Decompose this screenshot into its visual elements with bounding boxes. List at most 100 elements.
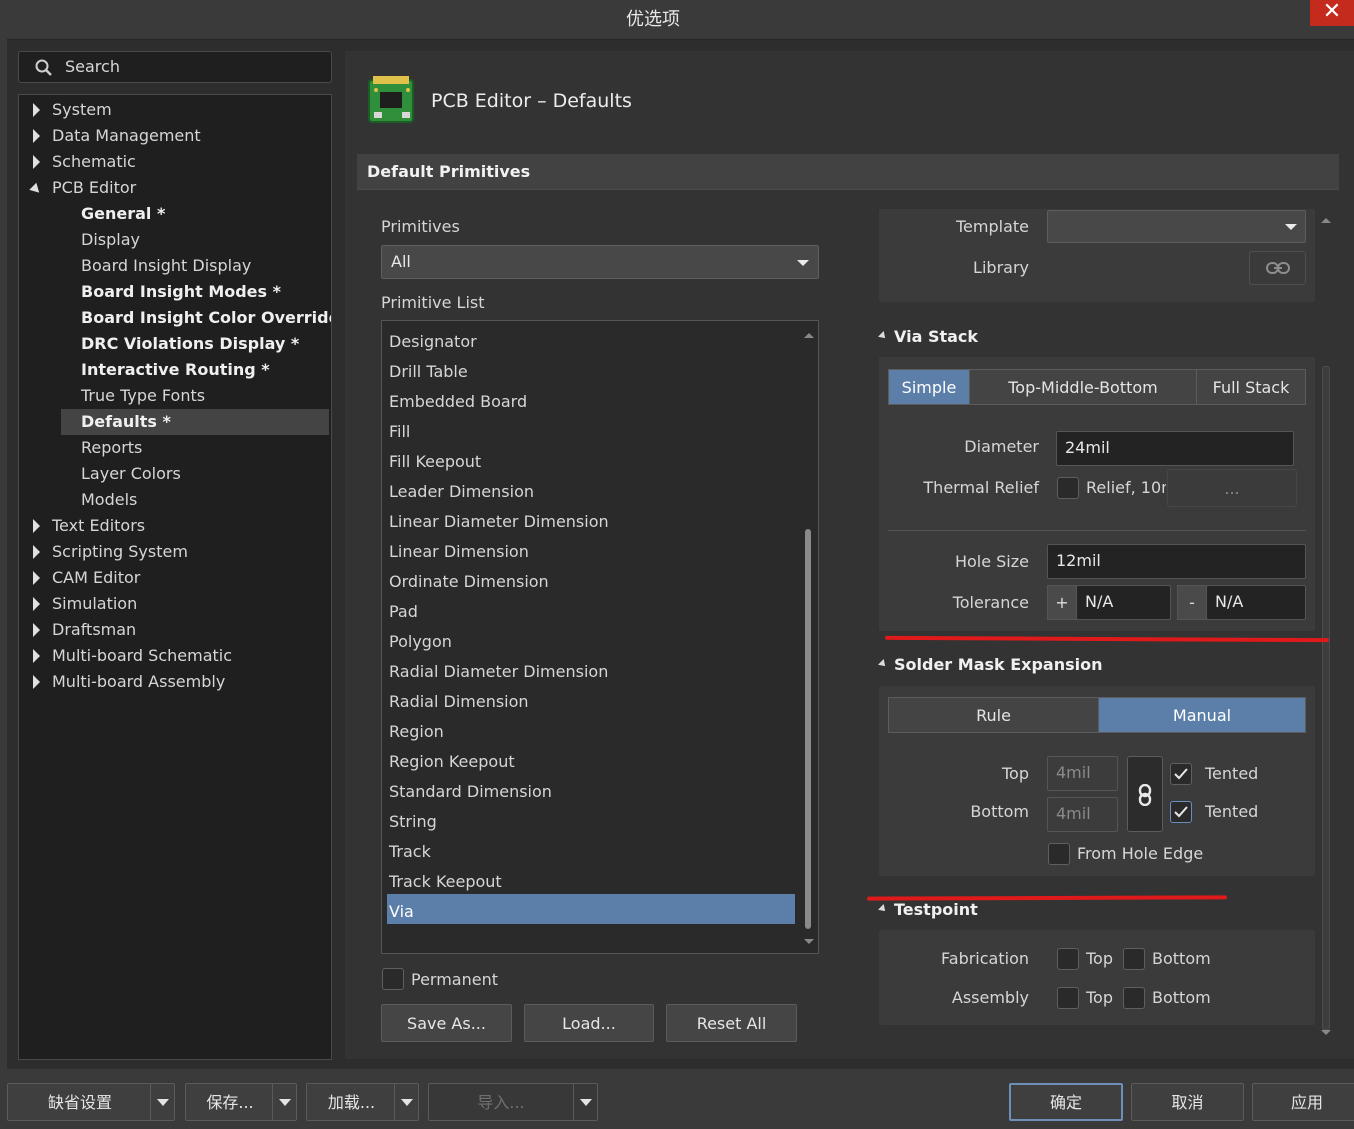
close-button[interactable]: ✕ [1310,0,1354,26]
expand-arrow-icon[interactable] [33,649,40,663]
primitive-list-item[interactable]: Track [387,834,795,864]
save-as-button[interactable]: Save As... [381,1004,512,1042]
thermal-relief-checkbox[interactable] [1057,477,1079,499]
scrollbar-thumb[interactable] [1322,366,1330,1030]
solder-mask-header[interactable]: Solder Mask Expansion [878,655,1103,674]
primitive-list-item[interactable]: String [387,804,795,834]
via-stack-header[interactable]: Via Stack [878,327,978,346]
tree-item-draftsman[interactable]: Draftsman [33,617,136,643]
solder-mode-rule[interactable]: Rule [888,697,1099,733]
tree-item-interactive-routing[interactable]: Interactive Routing * [81,357,270,383]
panel-scrollbar[interactable] [1318,212,1334,1042]
expand-arrow-icon[interactable] [33,597,40,611]
save-button[interactable]: 保存... [185,1083,297,1121]
tree-item-data-management[interactable]: Data Management [33,123,201,149]
primitive-list-item[interactable]: Fill [387,414,795,444]
scroll-down-icon[interactable] [804,939,814,944]
template-dropdown[interactable] [1047,210,1306,243]
tree-item-text-editors[interactable]: Text Editors [33,513,145,539]
tree-item-board-insight-color-overrides[interactable]: Board Insight Color Overrides * [81,305,331,331]
link-values-button[interactable] [1127,756,1163,832]
primitive-list-item[interactable]: Track Keepout [387,864,795,894]
primitive-list-item[interactable]: Radial Dimension [387,684,795,714]
tree-item-display[interactable]: Display [81,227,140,253]
primitive-list-item[interactable]: Designator [387,324,795,354]
hole-size-field[interactable]: 12mil [1047,544,1306,579]
tree-item-multi-board-assembly[interactable]: Multi-board Assembly [33,669,225,695]
load-dropdown-arrow[interactable] [394,1084,418,1120]
import-dropdown-arrow[interactable] [573,1084,597,1120]
reset-all-button[interactable]: Reset All [666,1004,797,1042]
tree-item-general[interactable]: General * [81,201,165,227]
tree-item-drc-violations-display[interactable]: DRC Violations Display * [81,331,299,357]
primitive-list-item[interactable]: Drill Table [387,354,795,384]
primitive-list-item[interactable]: Linear Diameter Dimension [387,504,795,534]
expand-arrow-icon[interactable] [33,545,40,559]
primitive-list-item[interactable]: Embedded Board [387,384,795,414]
scroll-up-icon[interactable] [1321,218,1331,223]
search-input[interactable]: Search [18,51,332,83]
apply-button[interactable]: 应用 [1252,1083,1354,1121]
primitive-list-item[interactable]: Leader Dimension [387,474,795,504]
tree-item-board-insight-modes[interactable]: Board Insight Modes * [81,279,281,305]
assembly-top-checkbox[interactable] [1057,987,1079,1009]
via-mode-full-stack[interactable]: Full Stack [1196,369,1306,405]
tree-item-scripting-system[interactable]: Scripting System [33,539,188,565]
tented-bottom-checkbox[interactable] [1170,801,1192,823]
defaults-button[interactable]: 缺省设置 [7,1083,175,1121]
primitive-list-item[interactable]: Linear Dimension [387,534,795,564]
ok-button[interactable]: 确定 [1009,1083,1123,1121]
tree-item-board-insight-display[interactable]: Board Insight Display [81,253,251,279]
scroll-up-icon[interactable] [804,333,814,338]
tree-item-pcb-editor[interactable]: PCB Editor [29,175,136,201]
expand-arrow-icon[interactable] [33,623,40,637]
solder-mode-manual[interactable]: Manual [1098,697,1306,733]
primitive-list-item[interactable]: Polygon [387,624,795,654]
expand-arrow-icon[interactable] [33,129,40,143]
tree-item-multi-board-schematic[interactable]: Multi-board Schematic [33,643,232,669]
expand-arrow-icon[interactable] [33,103,40,117]
tree-item-schematic[interactable]: Schematic [33,149,136,175]
tree-item-defaults[interactable]: Defaults * [61,409,329,435]
tree-item-models[interactable]: Models [81,487,137,513]
expand-arrow-icon[interactable] [33,571,40,585]
tree-item-reports[interactable]: Reports [81,435,142,461]
tree-item-simulation[interactable]: Simulation [33,591,137,617]
primitive-list-item[interactable]: Region [387,714,795,744]
tented-top-checkbox[interactable] [1170,763,1192,785]
diameter-field[interactable]: 24mil [1056,431,1294,466]
expand-arrow-icon[interactable] [33,155,40,169]
load-button[interactable]: Load... [524,1004,654,1042]
primitive-list-item[interactable]: Pad [387,594,795,624]
scroll-down-icon[interactable] [1321,1030,1331,1035]
via-mode-simple[interactable]: Simple [888,369,970,405]
tree-item-true-type-fonts[interactable]: True Type Fonts [81,383,205,409]
save-dropdown-arrow[interactable] [272,1084,296,1120]
primitive-list[interactable]: Designator Drill Table Embedded Board Fill F… [381,320,819,954]
cancel-button[interactable]: 取消 [1131,1083,1244,1121]
collapse-arrow-icon[interactable] [29,182,43,197]
primitive-list-item[interactable]: Via [387,894,795,924]
scrollbar-thumb[interactable] [805,529,811,929]
primitive-list-item[interactable]: Fill Keepout [387,444,795,474]
tolerance-minus-field[interactable]: N/A [1206,585,1306,620]
solder-top-field[interactable]: 4mil [1047,756,1118,791]
tolerance-plus-field[interactable]: N/A [1076,585,1171,620]
solder-bottom-field[interactable]: 4mil [1047,797,1118,832]
assembly-bottom-checkbox[interactable] [1123,987,1145,1009]
library-link-button[interactable] [1249,251,1306,285]
thermal-relief-more-button[interactable]: ... [1167,469,1297,507]
defaults-dropdown-arrow[interactable] [150,1084,174,1120]
primitive-list-item[interactable]: Standard Dimension [387,774,795,804]
list-scrollbar[interactable] [801,323,817,951]
testpoint-header[interactable]: Testpoint [878,900,978,919]
expand-arrow-icon[interactable] [33,519,40,533]
fabrication-top-checkbox[interactable] [1057,948,1079,970]
expand-arrow-icon[interactable] [33,675,40,689]
via-mode-top-middle-bottom[interactable]: Top-Middle-Bottom [969,369,1197,405]
primitive-list-item[interactable]: Ordinate Dimension [387,564,795,594]
load-settings-button[interactable]: 加载... [306,1083,419,1121]
primitive-list-item[interactable]: Radial Diameter Dimension [387,654,795,684]
tree-item-system[interactable]: System [33,97,112,123]
tree-item-cam-editor[interactable]: CAM Editor [33,565,140,591]
